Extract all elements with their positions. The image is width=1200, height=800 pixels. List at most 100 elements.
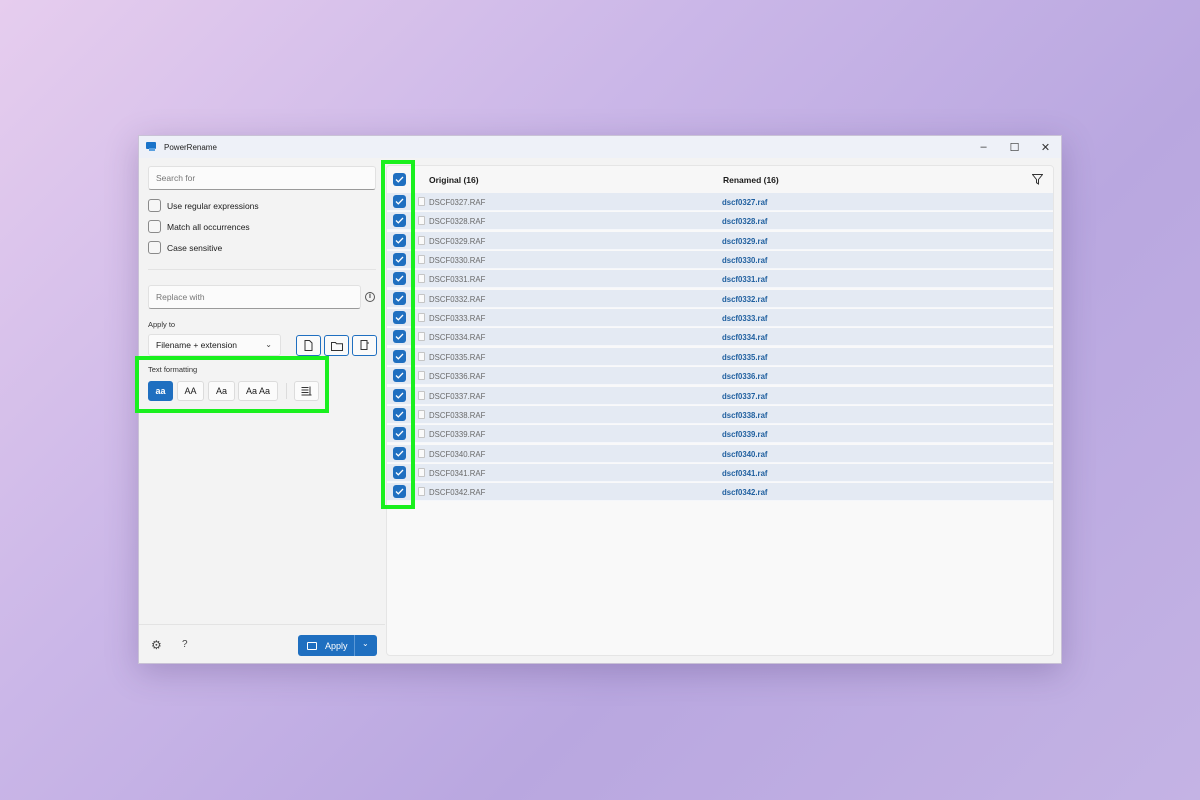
- table-row[interactable]: DSCF0329.RAF dscf0329.raf: [387, 231, 1053, 250]
- apply-to-value: Filename + extension: [156, 340, 238, 350]
- check-icon: [395, 392, 404, 399]
- renamed-filename: dscf0339.raf: [722, 430, 768, 440]
- file-icon: [304, 340, 313, 351]
- table-row[interactable]: DSCF0340.RAF dscf0340.raf: [387, 444, 1053, 463]
- renamed-filename: dscf0328.raf: [722, 217, 768, 227]
- row-checkbox[interactable]: [393, 311, 406, 325]
- include-folders-button[interactable]: [324, 335, 349, 356]
- renamed-filename: dscf0340.raf: [722, 449, 768, 459]
- apply-button[interactable]: Apply ⌄: [298, 635, 377, 656]
- table-row[interactable]: DSCF0339.RAF dscf0339.raf: [387, 425, 1053, 444]
- lowercase-button[interactable]: aa: [148, 381, 173, 401]
- close-button[interactable]: ✕: [1030, 136, 1061, 158]
- table-row[interactable]: DSCF0341.RAF dscf0341.raf: [387, 463, 1053, 482]
- search-input[interactable]: Search for: [148, 166, 376, 190]
- renamed-column-header: Renamed (16): [723, 175, 779, 185]
- table-row[interactable]: DSCF0333.RAF dscf0333.raf: [387, 309, 1053, 328]
- original-filename: DSCF0332.RAF: [429, 294, 486, 304]
- text-formatting-label: Text formatting: [148, 365, 198, 374]
- row-checkbox[interactable]: [393, 349, 406, 363]
- case-sensitive-option[interactable]: Case sensitive: [148, 241, 222, 254]
- table-row[interactable]: DSCF0332.RAF dscf0332.raf: [387, 289, 1053, 308]
- row-checkbox[interactable]: [393, 291, 406, 305]
- format-separator: [286, 383, 287, 399]
- replace-input[interactable]: Replace with: [148, 285, 361, 309]
- capitalize-each-word-button[interactable]: Aa Aa: [238, 381, 278, 401]
- case-sensitive-checkbox[interactable]: [148, 241, 161, 254]
- check-icon: [395, 469, 404, 476]
- apply-dropdown-chevron-icon[interactable]: ⌄: [362, 639, 369, 648]
- filter-icon[interactable]: [1032, 174, 1043, 185]
- table-row[interactable]: DSCF0336.RAF dscf0336.raf: [387, 367, 1053, 386]
- row-checkbox[interactable]: [393, 195, 406, 208]
- original-filename: DSCF0327.RAF: [429, 198, 486, 207]
- file-list: Original (16) Renamed (16) DSCF0327.RAF d…: [386, 165, 1054, 656]
- row-checkbox[interactable]: [393, 407, 406, 421]
- apply-to-dropdown[interactable]: Filename + extension ⌄: [148, 334, 281, 356]
- original-filename: DSCF0329.RAF: [429, 236, 486, 246]
- help-button[interactable]: ?: [182, 639, 188, 650]
- regex-checkbox[interactable]: [148, 199, 161, 212]
- table-row[interactable]: DSCF0335.RAF dscf0335.raf: [387, 347, 1053, 366]
- folder-icon: [330, 341, 343, 351]
- row-checkbox[interactable]: [393, 465, 406, 479]
- original-filename: DSCF0337.RAF: [429, 391, 486, 401]
- include-files-button[interactable]: [296, 335, 321, 356]
- enumerate-button[interactable]: [294, 381, 319, 401]
- row-checkbox[interactable]: [393, 330, 406, 344]
- row-checkbox[interactable]: [393, 253, 406, 267]
- original-filename: DSCF0336.RAF: [429, 372, 486, 382]
- info-icon[interactable]: i: [365, 292, 375, 302]
- table-row[interactable]: DSCF0338.RAF dscf0338.raf: [387, 405, 1053, 424]
- match-all-label: Match all occurrences: [167, 221, 250, 232]
- table-row[interactable]: DSCF0328.RAF dscf0328.raf: [387, 212, 1053, 231]
- subfolder-icon: [360, 340, 369, 350]
- row-checkbox[interactable]: [393, 272, 406, 286]
- table-row[interactable]: DSCF0331.RAF dscf0331.raf: [387, 270, 1053, 289]
- gear-icon[interactable]: ⚙: [151, 638, 162, 652]
- list-header: Original (16) Renamed (16): [387, 166, 1053, 193]
- table-row[interactable]: DSCF0337.RAF dscf0337.raf: [387, 386, 1053, 405]
- check-icon: [395, 275, 404, 283]
- renamed-filename: dscf0336.raf: [722, 372, 768, 382]
- original-filename: DSCF0333.RAF: [429, 314, 486, 324]
- check-icon: [395, 256, 404, 263]
- table-row[interactable]: DSCF0327.RAF dscf0327.raf: [387, 193, 1053, 211]
- case-sensitive-label: Case sensitive: [167, 242, 223, 253]
- match-all-checkbox[interactable]: [148, 220, 161, 233]
- check-icon: [395, 176, 404, 183]
- title-bar: PowerRename – ☐ ✕: [139, 136, 1061, 158]
- original-filename: DSCF0334.RAF: [429, 333, 486, 343]
- original-filename: DSCF0335.RAF: [429, 352, 486, 362]
- check-icon: [395, 430, 404, 437]
- renamed-filename: dscf0331.raf: [722, 275, 768, 285]
- table-row[interactable]: DSCF0330.RAF dscf0330.raf: [387, 251, 1053, 270]
- minimize-button[interactable]: –: [968, 136, 999, 158]
- include-subfolders-button[interactable]: [352, 335, 377, 356]
- row-checkbox[interactable]: [393, 485, 406, 499]
- table-row[interactable]: DSCF0334.RAF dscf0334.raf: [387, 328, 1053, 347]
- row-checkbox[interactable]: [393, 446, 406, 460]
- table-row[interactable]: DSCF0342.RAF dscf0342.raf: [387, 483, 1053, 502]
- renamed-filename: dscf0334.raf: [722, 333, 768, 343]
- renamed-filename: dscf0330.raf: [722, 256, 768, 266]
- original-column-header: Original (16): [429, 175, 479, 185]
- row-checkbox[interactable]: [393, 369, 406, 383]
- uppercase-button[interactable]: AA: [177, 381, 204, 401]
- powerrename-window: PowerRename – ☐ ✕ Search for Use regular…: [138, 135, 1062, 664]
- regex-option[interactable]: Use regular expressions: [148, 199, 259, 212]
- titlecase-button[interactable]: Aa: [208, 381, 235, 401]
- check-icon: [395, 237, 404, 244]
- chevron-down-icon: ⌄: [265, 340, 272, 349]
- match-all-option[interactable]: Match all occurrences: [148, 220, 250, 233]
- row-checkbox[interactable]: [393, 233, 406, 247]
- renamed-filename: dscf0327.raf: [722, 198, 768, 207]
- maximize-button[interactable]: ☐: [999, 136, 1030, 158]
- file-icon: [418, 332, 425, 342]
- row-checkbox[interactable]: [393, 214, 406, 228]
- row-checkbox[interactable]: [393, 427, 406, 441]
- renamed-filename: dscf0335.raf: [722, 352, 768, 362]
- renamed-filename: dscf0337.raf: [722, 391, 768, 401]
- select-all-checkbox[interactable]: [393, 173, 406, 186]
- row-checkbox[interactable]: [393, 388, 406, 402]
